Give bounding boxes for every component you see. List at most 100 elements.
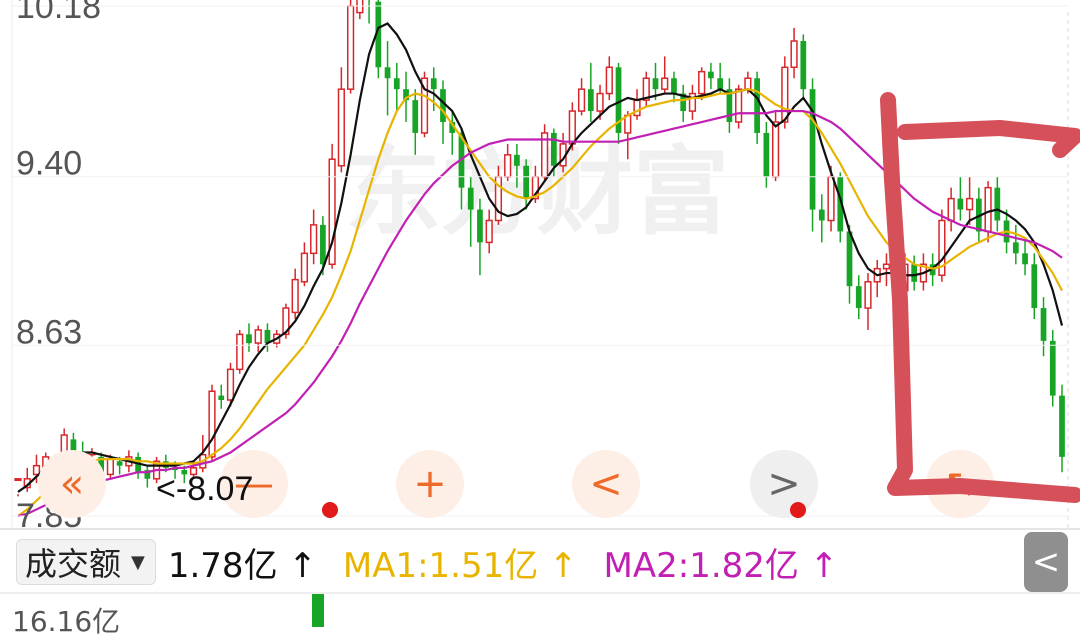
candle-body	[698, 70, 706, 95]
candle-body	[236, 333, 244, 371]
candle-body	[393, 78, 400, 90]
candle-body	[911, 264, 918, 282]
candle	[236, 329, 244, 374]
chevron-right-icon: >	[767, 461, 801, 507]
triangle-down-icon: ▼	[131, 551, 145, 573]
volume-divider	[0, 592, 1080, 594]
candle	[790, 27, 798, 79]
candle	[577, 78, 586, 116]
candle-body	[708, 71, 714, 79]
candle-body	[246, 334, 252, 344]
candle	[1022, 238, 1028, 276]
y-tick-label: 8.63	[16, 313, 82, 351]
candle	[375, 0, 382, 79]
candle-body	[735, 88, 743, 123]
candle-body	[550, 132, 557, 166]
candle	[144, 465, 151, 488]
candle	[680, 84, 687, 123]
candle-body	[485, 219, 493, 244]
back-button[interactable]: «	[38, 450, 106, 518]
volume-metric-select[interactable]: 成交额 ▼	[16, 539, 156, 585]
candle	[1059, 384, 1065, 473]
candle	[965, 176, 974, 225]
candle-body	[254, 329, 262, 344]
volume-ma2: MA2:1.82亿 ↑	[603, 545, 839, 586]
candle	[14, 478, 22, 497]
candle-body	[652, 78, 659, 90]
candle-body	[504, 154, 512, 178]
candle-body	[744, 77, 752, 90]
candle-body	[965, 197, 974, 211]
y-tick-label: 9.40	[16, 145, 82, 183]
candle	[994, 176, 1001, 232]
candle-body	[218, 395, 225, 400]
candle	[135, 452, 141, 479]
candle	[708, 62, 714, 90]
candle-body	[208, 390, 216, 458]
candle-body	[771, 121, 780, 178]
candle-body	[106, 458, 115, 476]
candle-body	[384, 67, 391, 79]
candle-body	[477, 209, 483, 243]
candle-body	[994, 187, 1001, 221]
collapse-panel-button[interactable]: <	[1024, 532, 1068, 592]
candle	[671, 71, 677, 103]
candle	[688, 84, 697, 120]
candle-body	[661, 77, 669, 90]
candle-body	[14, 478, 22, 482]
candle	[1012, 224, 1019, 265]
candle	[809, 78, 816, 232]
candle	[642, 71, 650, 107]
candle-body	[984, 186, 992, 233]
candle	[384, 41, 391, 116]
candle	[337, 67, 345, 173]
candlestick-chart[interactable]: 东方财富 10.189.408.637.85 « — <-8.07 + < > …	[0, 0, 1080, 532]
candle-body	[430, 78, 437, 90]
candle-body	[412, 100, 419, 133]
candle-body	[818, 209, 825, 221]
candle	[771, 111, 780, 182]
next-button[interactable]: >	[750, 450, 818, 518]
candle-body	[957, 198, 964, 210]
volume-axis-label: 16.16亿	[12, 605, 121, 638]
candle-body	[523, 165, 530, 199]
candle	[420, 71, 429, 138]
volume-bar	[312, 594, 324, 627]
plus-icon: +	[413, 461, 447, 507]
candle-body	[587, 89, 594, 112]
prev-button[interactable]: <	[572, 450, 640, 518]
candle-body	[754, 78, 760, 133]
candle	[882, 253, 891, 287]
candle-body	[671, 78, 677, 94]
indicator-dot	[322, 502, 338, 518]
candle	[356, 0, 364, 20]
candle-body	[717, 78, 724, 90]
candle-body	[291, 278, 299, 314]
candle-body	[514, 154, 520, 166]
candle	[310, 209, 318, 265]
candle	[218, 384, 225, 409]
volume-value: 1.78亿 ↑	[167, 545, 317, 586]
candle	[393, 62, 400, 112]
volume-indicator-bar: 成交额 ▼ 1.78亿 ↑ MA1:1.51亿 ↑ MA2:1.82亿 ↑ <	[0, 532, 1080, 592]
candle	[368, 0, 370, 24]
candle	[254, 325, 262, 352]
candle-body	[116, 461, 123, 466]
candle-body	[346, 5, 355, 90]
candle	[633, 89, 641, 120]
chevron-left-icon: <	[589, 461, 623, 507]
candle-body	[300, 252, 309, 283]
candle-body	[310, 224, 318, 255]
candle-body	[790, 40, 798, 69]
candle-body	[882, 263, 891, 270]
annotation-box	[880, 92, 1080, 503]
candle	[587, 62, 594, 123]
candle-body	[947, 197, 955, 222]
zoom-in-button[interactable]: +	[396, 450, 464, 518]
candle-body	[605, 66, 613, 95]
candle-body	[568, 110, 576, 145]
candle-body	[800, 41, 807, 90]
candle	[291, 268, 299, 320]
candle-body	[1040, 308, 1047, 341]
candle	[246, 323, 252, 352]
